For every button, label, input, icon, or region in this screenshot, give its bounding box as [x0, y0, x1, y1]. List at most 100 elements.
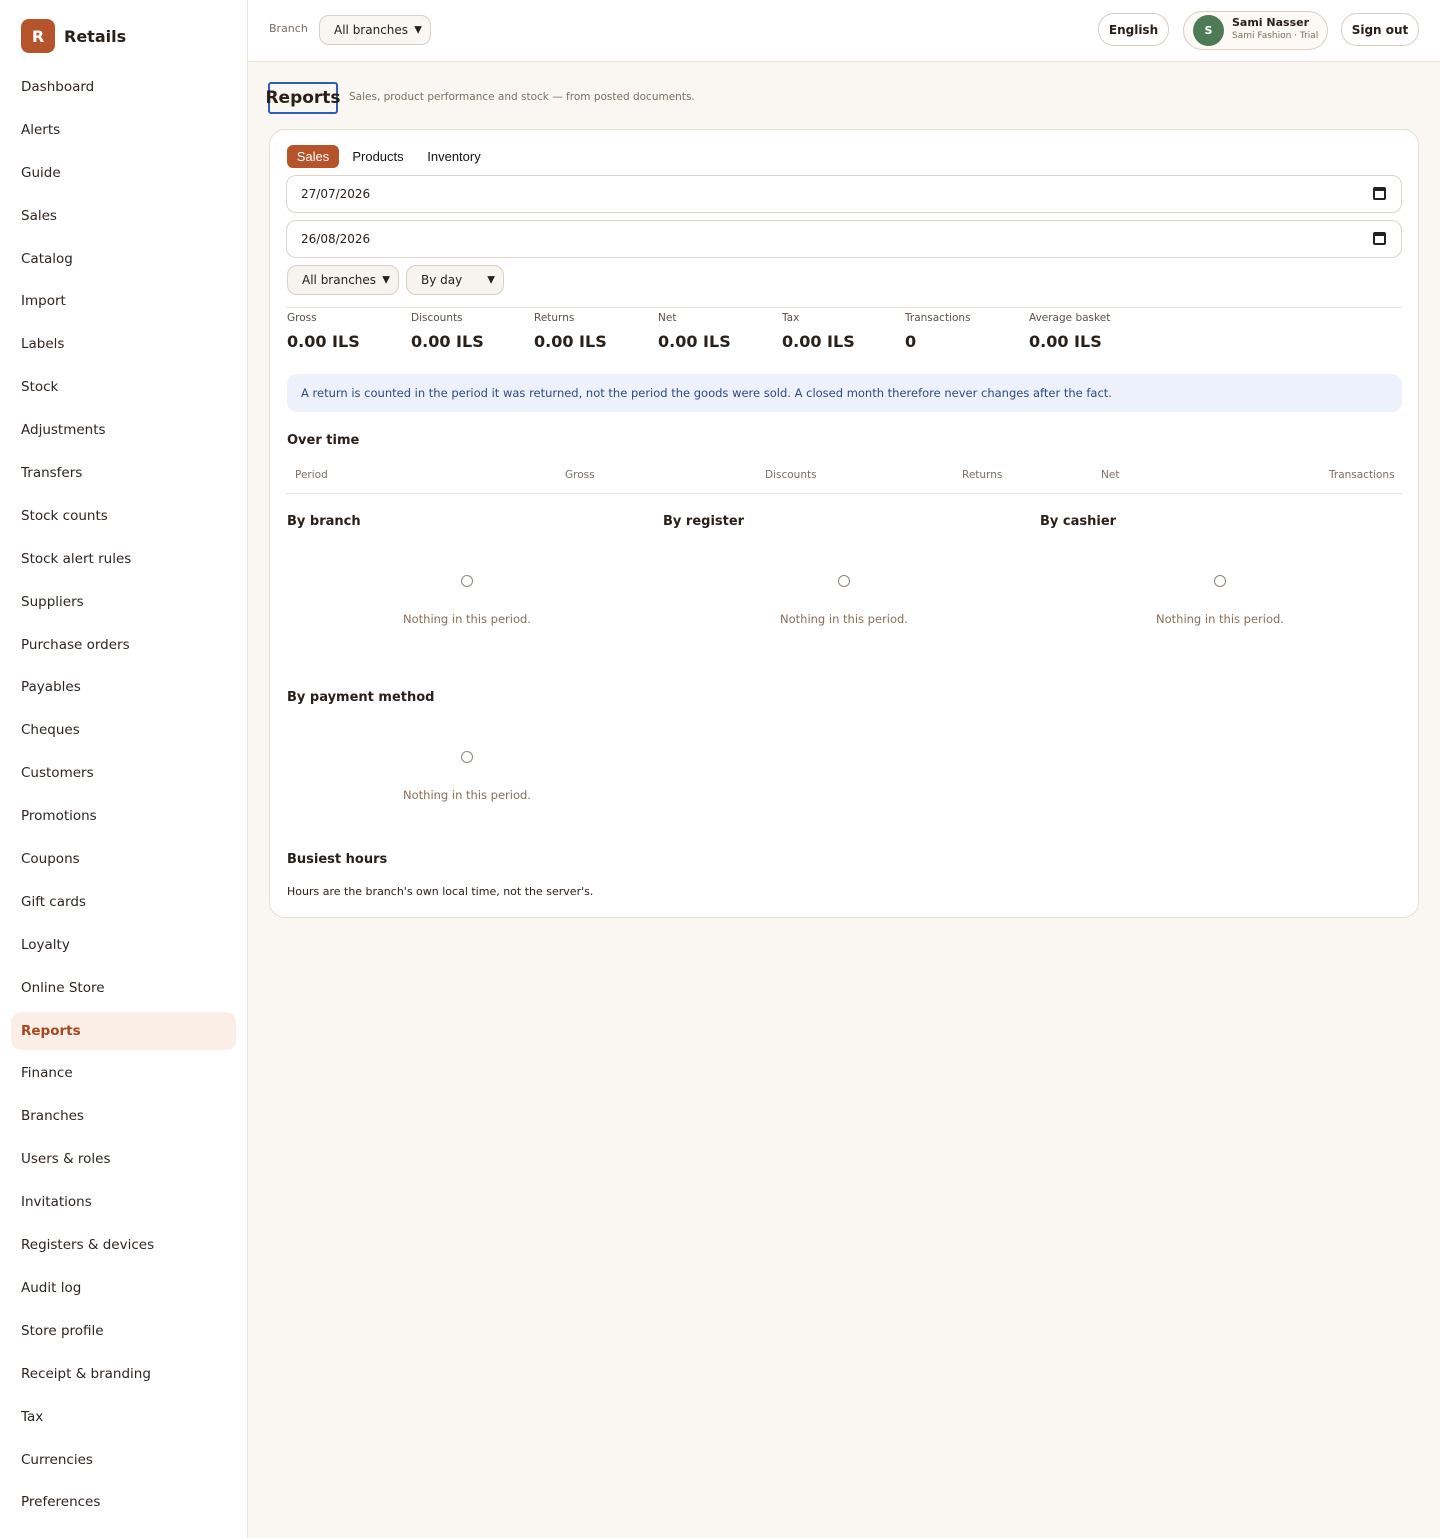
sidebar-item-finance[interactable]: Finance: [11, 1054, 236, 1092]
brand-name: Retails: [64, 26, 127, 46]
column-header-net[interactable]: Net: [1101, 469, 1119, 481]
language-button[interactable]: English: [1098, 13, 1169, 46]
page-title: Reports: [265, 82, 341, 114]
chevron-down-icon: ▼: [414, 24, 422, 36]
by-payment-method-empty: Nothing in this period.: [403, 788, 531, 802]
sidebar-item-adjustments[interactable]: Adjustments: [11, 411, 236, 449]
sidebar-item-labels[interactable]: Labels: [11, 325, 236, 363]
branch-select[interactable]: All branches ▼: [319, 15, 431, 45]
sidebar-item-loyalty[interactable]: Loyalty: [11, 926, 236, 964]
grouping-value: By day: [421, 273, 463, 287]
stat-net-label: Net: [658, 312, 677, 324]
user-subtitle: Sami Fashion · Trial: [1232, 31, 1319, 41]
sidebar-item-store-profile[interactable]: Store profile: [11, 1312, 236, 1350]
column-header-gross[interactable]: Gross: [565, 469, 595, 481]
sidebar-item-coupons[interactable]: Coupons: [11, 840, 236, 878]
empty-state-icon: [461, 575, 473, 587]
sidebar-item-catalog[interactable]: Catalog: [11, 240, 236, 278]
sidebar-item-stock[interactable]: Stock: [11, 368, 236, 406]
date-to-input[interactable]: 26/08/2026: [286, 220, 1402, 258]
stat-returns-label: Returns: [534, 312, 575, 324]
by-register-title: By register: [663, 514, 745, 529]
brand-logo: R: [21, 19, 55, 53]
date-from-value: 27/07/2026: [301, 187, 371, 201]
returns-info-note: A return is counted in the period it was…: [287, 374, 1402, 412]
sidebar-nav: Dashboard Alerts Guide Sales Catalog Imp…: [11, 68, 236, 1526]
stat-tax-value: 0.00 ILS: [782, 332, 855, 351]
divider: [286, 307, 1402, 308]
by-branch-empty: Nothing in this period.: [403, 612, 531, 626]
busiest-hours-note: Hours are the branch's own local time, n…: [287, 885, 594, 898]
sidebar-item-invitations[interactable]: Invitations: [11, 1183, 236, 1221]
sidebar-item-cheques[interactable]: Cheques: [11, 711, 236, 749]
by-register-empty: Nothing in this period.: [780, 612, 908, 626]
sidebar-item-preferences[interactable]: Preferences: [11, 1483, 236, 1521]
empty-state-icon: [1214, 575, 1226, 587]
sidebar-item-dashboard[interactable]: Dashboard: [11, 68, 236, 106]
grouping-select[interactable]: By day ▼: [406, 265, 504, 295]
tab-sales[interactable]: Sales: [287, 145, 339, 168]
busiest-hours-title: Busiest hours: [287, 852, 388, 867]
sign-out-button[interactable]: Sign out: [1341, 13, 1419, 46]
sidebar-item-stock-counts[interactable]: Stock counts: [11, 497, 236, 535]
sidebar-item-alerts[interactable]: Alerts: [11, 111, 236, 149]
calendar-icon[interactable]: [1373, 232, 1386, 245]
brand[interactable]: R Retails: [21, 19, 126, 53]
sidebar-item-gift-cards[interactable]: Gift cards: [11, 883, 236, 921]
stat-gross-label: Gross: [287, 312, 317, 324]
sidebar-item-promotions[interactable]: Promotions: [11, 797, 236, 835]
stat-discounts-value: 0.00 ILS: [411, 332, 484, 351]
date-to-value: 26/08/2026: [301, 232, 371, 246]
stat-transactions-label: Transactions: [905, 312, 971, 324]
sidebar-item-tax[interactable]: Tax: [11, 1398, 236, 1436]
over-time-title: Over time: [287, 433, 360, 448]
sidebar-item-registers-devices[interactable]: Registers & devices: [11, 1226, 236, 1264]
stat-tax-label: Tax: [782, 312, 800, 324]
branch-label: Branch: [269, 22, 308, 35]
sidebar-item-transfers[interactable]: Transfers: [11, 454, 236, 492]
user-menu[interactable]: S Sami Nasser Sami Fashion · Trial: [1183, 11, 1328, 50]
sidebar-item-reports[interactable]: Reports: [11, 1011, 236, 1050]
sidebar-item-purchase-orders[interactable]: Purchase orders: [11, 626, 236, 664]
tab-products[interactable]: Products: [345, 145, 411, 168]
column-header-returns[interactable]: Returns: [962, 469, 1002, 481]
sidebar-item-guide[interactable]: Guide: [11, 154, 236, 192]
date-from-input[interactable]: 27/07/2026: [286, 175, 1402, 213]
column-header-period[interactable]: Period: [295, 469, 328, 481]
page-subtitle: Sales, product performance and stock — f…: [349, 91, 695, 103]
by-branch-title: By branch: [287, 514, 361, 529]
sidebar-item-receipt-branding[interactable]: Receipt & branding: [11, 1355, 236, 1393]
empty-state-icon: [838, 575, 850, 587]
by-cashier-title: By cashier: [1040, 514, 1117, 529]
calendar-icon[interactable]: [1373, 187, 1386, 200]
tab-inventory[interactable]: Inventory: [419, 145, 489, 168]
empty-state-icon: [461, 751, 473, 763]
avatar: S: [1193, 15, 1224, 46]
sidebar-item-payables[interactable]: Payables: [11, 668, 236, 706]
user-name: Sami Nasser: [1232, 16, 1310, 29]
sidebar-item-import[interactable]: Import: [11, 282, 236, 320]
sidebar-item-audit-log[interactable]: Audit log: [11, 1269, 236, 1307]
by-payment-method-title: By payment method: [287, 690, 435, 705]
stat-average-basket-value: 0.00 ILS: [1029, 332, 1102, 351]
sidebar-item-suppliers[interactable]: Suppliers: [11, 583, 236, 621]
branch-select-value: All branches: [334, 23, 409, 37]
branch-filter-select[interactable]: All branches ▼: [287, 265, 399, 295]
sidebar-item-stock-alert-rules[interactable]: Stock alert rules: [11, 540, 236, 578]
by-cashier-empty: Nothing in this period.: [1156, 612, 1284, 626]
stat-returns-value: 0.00 ILS: [534, 332, 607, 351]
sidebar-item-currencies[interactable]: Currencies: [11, 1441, 236, 1479]
sidebar: R Retails Dashboard Alerts Guide Sales C…: [0, 0, 248, 1538]
branch-filter-value: All branches: [302, 273, 377, 287]
sidebar-item-customers[interactable]: Customers: [11, 754, 236, 792]
stat-gross-value: 0.00 ILS: [287, 332, 360, 351]
sidebar-item-online-store[interactable]: Online Store: [11, 969, 236, 1007]
column-header-transactions[interactable]: Transactions: [1329, 469, 1395, 481]
sidebar-item-sales[interactable]: Sales: [11, 197, 236, 235]
sidebar-item-branches[interactable]: Branches: [11, 1097, 236, 1135]
chevron-down-icon: ▼: [487, 274, 495, 286]
topbar: Branch All branches ▼ English S Sami Nas…: [248, 0, 1440, 62]
column-header-discounts[interactable]: Discounts: [765, 469, 817, 481]
sidebar-item-users-roles[interactable]: Users & roles: [11, 1140, 236, 1178]
stat-discounts-label: Discounts: [411, 312, 463, 324]
